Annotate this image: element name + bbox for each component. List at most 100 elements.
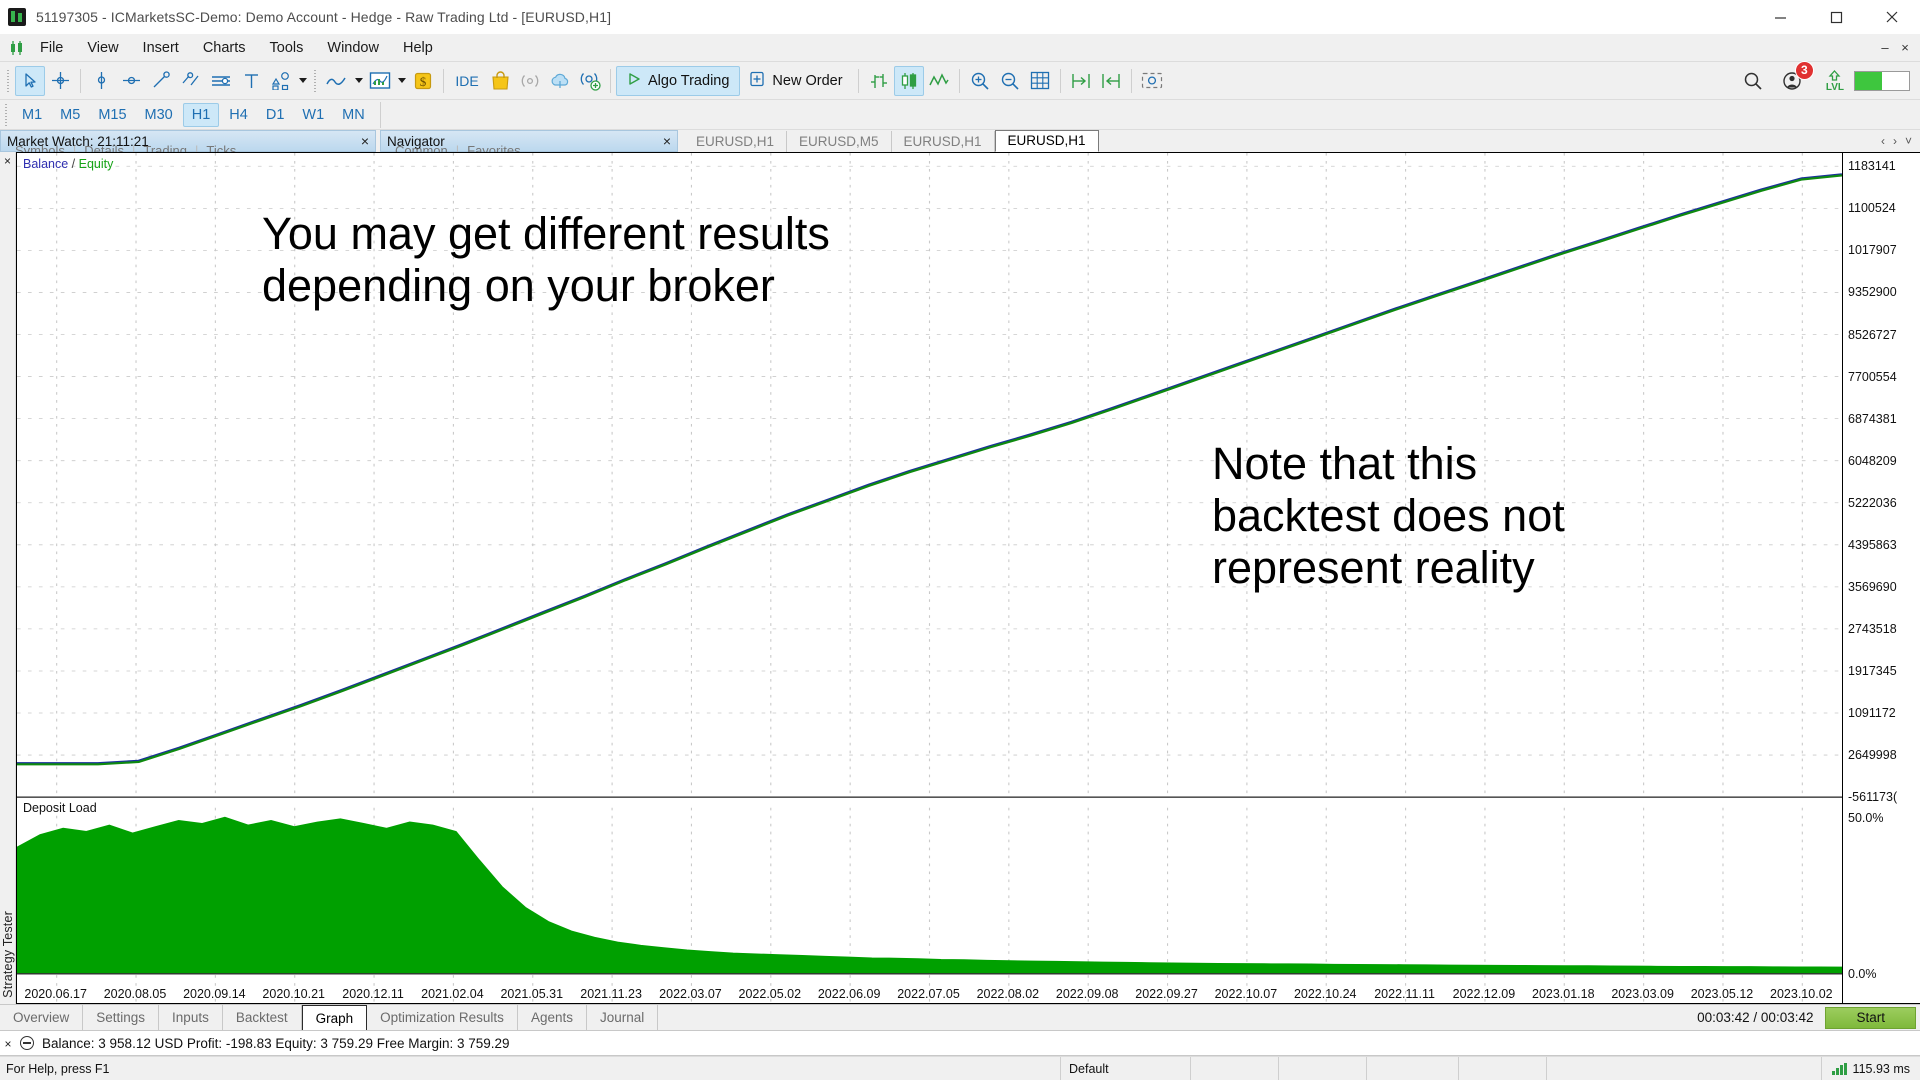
- algo-trading-label: Algo Trading: [648, 72, 730, 89]
- line-style-dropdown-caret-icon[interactable]: [352, 66, 365, 96]
- x-tick-7: 2021.11.23: [580, 987, 642, 1001]
- annotation2-line-1: Note that this: [1212, 438, 1478, 489]
- algo-trading-button[interactable]: Algo Trading: [616, 65, 741, 96]
- cursor-tool-button[interactable]: [15, 65, 45, 96]
- chart-y-axis[interactable]: 1183141 1100524 1017907 9352900 8526727 77005…: [1842, 152, 1920, 1004]
- grid-button[interactable]: [1025, 66, 1055, 96]
- zoom-in-button[interactable]: [965, 66, 995, 96]
- mdi-minimize-button[interactable]: –: [1876, 39, 1894, 57]
- search-icon[interactable]: [1738, 66, 1768, 96]
- tabs-nav-dropdown-icon[interactable]: ˅: [1905, 134, 1912, 148]
- line-chart-button[interactable]: [924, 66, 954, 96]
- chart-tab-1[interactable]: EURUSD,H1: [684, 131, 788, 152]
- line-chart-style-button[interactable]: [322, 66, 352, 96]
- timeframe-h4[interactable]: H4: [221, 104, 256, 126]
- market-watch-panel-header[interactable]: Market Watch: 21:11:21 × Symbols | Detai…: [0, 130, 376, 158]
- signals-button[interactable]: [515, 66, 545, 96]
- tabs-nav-right-icon[interactable]: ›: [1893, 134, 1897, 148]
- polyline-tool-button[interactable]: [176, 66, 206, 96]
- menu-file[interactable]: File: [28, 37, 75, 59]
- menu-view[interactable]: View: [75, 37, 130, 59]
- timeframe-mn[interactable]: MN: [334, 104, 373, 126]
- tab-overview[interactable]: Overview: [0, 1005, 84, 1030]
- ide-button[interactable]: IDE: [449, 66, 485, 96]
- plus-box-icon: [750, 71, 765, 91]
- market-watch-close-icon[interactable]: ×: [347, 133, 369, 149]
- navigator-panel-header[interactable]: Navigator × Common | Favorites: [380, 130, 678, 158]
- status-profile[interactable]: Default: [1060, 1057, 1190, 1080]
- shapes-tool-button[interactable]: [266, 66, 296, 96]
- text-tool-button[interactable]: [236, 66, 266, 96]
- menu-tools[interactable]: Tools: [258, 37, 316, 59]
- tab-graph[interactable]: Graph: [301, 1005, 368, 1031]
- play-triangle-icon: [627, 72, 641, 90]
- equity-chart-canvas[interactable]: Balance / Equity You may get different r…: [16, 152, 1842, 1004]
- navigator-close-icon[interactable]: ×: [649, 133, 671, 149]
- vps-cloud-button[interactable]: [545, 66, 575, 96]
- shift-end-button[interactable]: [1066, 66, 1096, 96]
- panel-title-strip: Market Watch: 21:11:21 × Symbols | Detai…: [0, 130, 1920, 158]
- vertical-line-tool-button[interactable]: [86, 66, 116, 96]
- candlestick-chart-button[interactable]: [893, 65, 924, 96]
- timeframe-m5[interactable]: M5: [52, 104, 88, 126]
- timeframe-grip[interactable]: [3, 102, 10, 128]
- minus-circle-icon[interactable]: [20, 1036, 34, 1050]
- account-icon[interactable]: 3: [1778, 60, 1814, 96]
- menu-help[interactable]: Help: [391, 37, 445, 59]
- currency-tag-button[interactable]: $: [408, 66, 438, 96]
- template-chart-button[interactable]: [365, 66, 395, 96]
- tab-backtest[interactable]: Backtest: [223, 1005, 302, 1030]
- trendline-tool-button[interactable]: [146, 66, 176, 96]
- chart-tab-2[interactable]: EURUSD,M5: [787, 131, 892, 152]
- timeframe-d1[interactable]: D1: [258, 104, 293, 126]
- channel-tool-button[interactable]: [206, 66, 236, 96]
- terminal-close-icon[interactable]: ×: [0, 1036, 16, 1051]
- mdi-close-button[interactable]: ×: [1896, 39, 1914, 57]
- strategy-tester-vertical-tab[interactable]: × Strategy Tester: [0, 152, 16, 1004]
- timeframe-w1[interactable]: W1: [294, 104, 332, 126]
- backtest-timer: 00:03:42 / 00:03:42: [1697, 1010, 1814, 1025]
- y-tick-4: 8526727: [1848, 327, 1897, 342]
- tab-optimization-results[interactable]: Optimization Results: [367, 1005, 518, 1030]
- minimize-button[interactable]: [1752, 0, 1808, 34]
- toolbar-grip[interactable]: [5, 68, 12, 94]
- start-button[interactable]: Start: [1825, 1006, 1916, 1029]
- zoom-out-button[interactable]: [995, 66, 1025, 96]
- auto-scroll-button[interactable]: [1096, 66, 1126, 96]
- template-dropdown-caret-icon[interactable]: [395, 66, 408, 96]
- tab-agents[interactable]: Agents: [518, 1005, 587, 1030]
- timeframe-h1[interactable]: H1: [182, 102, 220, 127]
- mt5-application-window: 51197305 - ICMarketsSC-Demo: Demo Accoun…: [0, 0, 1920, 1080]
- bar-chart-button[interactable]: [864, 66, 894, 96]
- community-button[interactable]: [575, 66, 605, 96]
- timeframe-m1[interactable]: M1: [14, 104, 50, 126]
- status-cell-5: [1546, 1057, 1636, 1080]
- menu-insert[interactable]: Insert: [131, 37, 191, 59]
- lvl-indicator[interactable]: LVL: [1826, 69, 1844, 92]
- strategy-tester-close-icon[interactable]: ×: [4, 154, 11, 168]
- shapes-dropdown-caret-icon[interactable]: [296, 66, 309, 96]
- screenshot-button[interactable]: [1137, 66, 1167, 96]
- timeframe-m30[interactable]: M30: [137, 104, 181, 126]
- toolbar-grip-2[interactable]: [312, 68, 319, 94]
- deposit-load-tick-50: 50.0%: [1848, 811, 1884, 826]
- tab-journal[interactable]: Journal: [587, 1005, 659, 1030]
- menu-charts[interactable]: Charts: [191, 37, 258, 59]
- menu-window[interactable]: Window: [315, 37, 391, 59]
- timeframe-toolbar: M1 M5 M15 M30 H1 H4 D1 W1 MN: [0, 100, 1920, 130]
- tab-inputs[interactable]: Inputs: [159, 1005, 223, 1030]
- tabs-nav-left-icon[interactable]: ‹: [1881, 134, 1885, 148]
- market-button[interactable]: [485, 66, 515, 96]
- crosshair-tool-button[interactable]: [45, 66, 75, 96]
- battery-icon[interactable]: [1854, 70, 1910, 91]
- new-order-button[interactable]: New Order: [740, 66, 852, 96]
- timeframe-m15[interactable]: M15: [90, 104, 134, 126]
- close-button[interactable]: [1864, 0, 1920, 34]
- status-cell-1: [1190, 1057, 1278, 1080]
- horizontal-line-tool-button[interactable]: [116, 66, 146, 96]
- chart-tab-4-active[interactable]: EURUSD,H1: [994, 130, 1099, 152]
- tab-settings[interactable]: Settings: [83, 1005, 160, 1030]
- chart-tab-3[interactable]: EURUSD,H1: [891, 131, 995, 152]
- status-ping: 115.93 ms: [1821, 1057, 1920, 1080]
- maximize-button[interactable]: [1808, 0, 1864, 34]
